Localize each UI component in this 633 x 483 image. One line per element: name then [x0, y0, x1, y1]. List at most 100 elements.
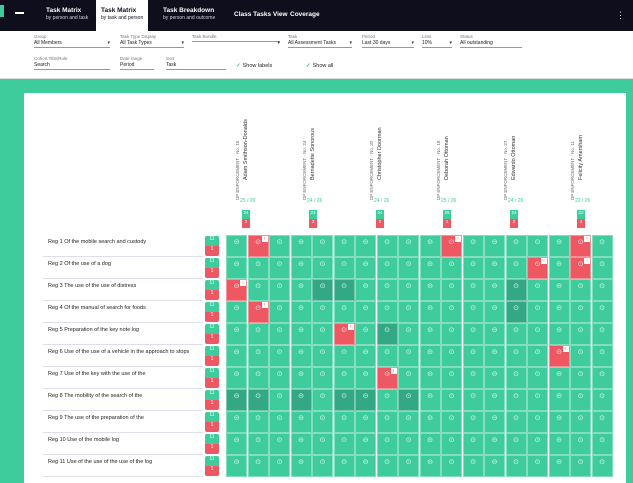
tab-class-tasks-view[interactable]: Class Tasks View	[234, 0, 288, 31]
matrix-cell[interactable]: ⊙	[398, 367, 419, 389]
matrix-cell[interactable]: ⊙	[269, 389, 290, 411]
matrix-cell[interactable]: ⊙	[505, 345, 527, 367]
matrix-cell[interactable]: ⊝	[355, 279, 376, 301]
matrix-cell[interactable]: ⊙	[312, 455, 333, 477]
menu-icon[interactable]	[15, 12, 24, 14]
row-label[interactable]: Reg 1 Of the mobile search and custody	[48, 239, 198, 246]
matrix-cell[interactable]: ⊙	[376, 345, 398, 367]
matrix-cell[interactable]: ⊙	[247, 433, 269, 455]
matrix-cell[interactable]: ⊙	[462, 367, 484, 389]
matrix-cell[interactable]: ⊙	[312, 301, 333, 323]
matrix-cell[interactable]: ⊙	[247, 345, 269, 367]
matrix-cell[interactable]: ⊙	[527, 367, 548, 389]
matrix-cell[interactable]: ⊝	[484, 301, 505, 323]
matrix-cell[interactable]: ⊙	[333, 389, 355, 411]
matrix-cell[interactable]: ⊙	[333, 235, 355, 257]
matrix-cell[interactable]: ⊝	[484, 411, 505, 433]
row-label[interactable]: Reg 10 Use of the mobile log	[48, 437, 198, 444]
matrix-cell[interactable]: ⊙	[376, 323, 398, 345]
matrix-cell[interactable]: ⊝	[484, 455, 505, 477]
matrix-cell[interactable]: ⊙	[312, 279, 333, 301]
matrix-cell[interactable]: ⊙	[269, 235, 290, 257]
matrix-cell[interactable]: ⊙	[570, 301, 591, 323]
matrix-cell[interactable]: ⊝	[226, 235, 247, 257]
matrix-cell[interactable]: ⊙	[570, 279, 591, 301]
matrix-cell[interactable]: ⊙	[333, 257, 355, 279]
matrix-cell[interactable]: ⊙!	[441, 235, 462, 257]
column-header-1[interactable]: Bernadette Sonorous DP ENFORCEMENT · No. …	[296, 100, 336, 230]
matrix-cell[interactable]: ⊙	[570, 411, 591, 433]
matrix-cell[interactable]: ⊝	[419, 235, 441, 257]
matrix-cell[interactable]: ⊙	[527, 345, 548, 367]
matrix-cell[interactable]: ⊙	[247, 367, 269, 389]
matrix-cell[interactable]: ⊙!	[376, 367, 398, 389]
row-label[interactable]: Reg 9 The use of the preparation of the	[48, 415, 198, 422]
matrix-cell[interactable]: ⊙	[591, 323, 613, 345]
row-label[interactable]: Reg 4 Of the manual of search for foods	[48, 305, 198, 312]
matrix-cell[interactable]: ⊝	[548, 257, 570, 279]
matrix-cell[interactable]: ⊝	[355, 455, 376, 477]
matrix-cell[interactable]: ⊙	[312, 345, 333, 367]
matrix-cell[interactable]: ⊙	[591, 433, 613, 455]
matrix-cell[interactable]: ⊙	[441, 323, 462, 345]
matrix-cell[interactable]: ⊙	[269, 345, 290, 367]
matrix-cell[interactable]: ⊙	[269, 433, 290, 455]
matrix-cell[interactable]: ⊙	[591, 257, 613, 279]
matrix-cell[interactable]: ⊙	[505, 455, 527, 477]
matrix-cell[interactable]: ⊝	[290, 433, 312, 455]
matrix-cell[interactable]: ⊝	[484, 323, 505, 345]
matrix-cell[interactable]: ⊙	[505, 323, 527, 345]
matrix-cell[interactable]: ⊝	[419, 455, 441, 477]
matrix-cell[interactable]: ⊙	[312, 411, 333, 433]
matrix-cell[interactable]: ⊙	[398, 301, 419, 323]
matrix-cell[interactable]: ⊝	[484, 389, 505, 411]
matrix-cell[interactable]: ⊙	[441, 279, 462, 301]
matrix-cell[interactable]: ⊙	[269, 455, 290, 477]
matrix-cell[interactable]: ⊝	[419, 411, 441, 433]
matrix-cell[interactable]: ⊙	[398, 411, 419, 433]
matrix-cell[interactable]: ⊙	[527, 433, 548, 455]
tab-task-matrix-task[interactable]: Task Matrix by task and person	[96, 0, 148, 31]
matrix-cell[interactable]: ⊙	[312, 389, 333, 411]
matrix-cell[interactable]: ⊙	[269, 279, 290, 301]
row-label[interactable]: Reg 11 Use of the use of the use of the …	[48, 459, 198, 466]
assessment-filter[interactable]: Task All Assessment Tasks ▾	[288, 34, 352, 48]
matrix-cell[interactable]: ⊙	[333, 279, 355, 301]
matrix-cell[interactable]: ⊙	[570, 433, 591, 455]
matrix-cell[interactable]: ⊝	[290, 279, 312, 301]
matrix-cell[interactable]: ⊝	[419, 345, 441, 367]
matrix-cell[interactable]: ⊙	[269, 411, 290, 433]
matrix-cell[interactable]: ⊙	[591, 345, 613, 367]
matrix-cell[interactable]: ⊝	[419, 301, 441, 323]
matrix-cell[interactable]: ⊙	[505, 433, 527, 455]
matrix-cell[interactable]: ⊙	[441, 433, 462, 455]
matrix-cell[interactable]: ⊙	[527, 323, 548, 345]
matrix-cell[interactable]: ⊝!	[548, 345, 570, 367]
matrix-cell[interactable]: ⊝	[419, 367, 441, 389]
matrix-cell[interactable]: ⊙	[591, 389, 613, 411]
tab-task-breakdown[interactable]: Task Breakdown by person and outcome	[158, 0, 220, 31]
matrix-cell[interactable]: ⊝	[419, 257, 441, 279]
matrix-cell[interactable]: ⊝	[355, 367, 376, 389]
matrix-cell[interactable]: ⊝	[355, 323, 376, 345]
matrix-cell[interactable]: ⊝	[548, 301, 570, 323]
matrix-cell[interactable]: ⊙	[505, 411, 527, 433]
matrix-cell[interactable]: ⊙	[527, 411, 548, 433]
matrix-cell[interactable]: ⊙	[591, 411, 613, 433]
matrix-cell[interactable]: ⊙	[570, 345, 591, 367]
matrix-cell[interactable]: ⊙	[441, 411, 462, 433]
matrix-cell[interactable]: ⊝	[290, 367, 312, 389]
matrix-cell[interactable]: ⊙	[312, 235, 333, 257]
matrix-cell[interactable]: ⊙	[505, 301, 527, 323]
matrix-cell[interactable]: ⊝	[290, 323, 312, 345]
limit-filter[interactable]: Limit 10% ▾	[422, 34, 452, 48]
matrix-cell[interactable]: ⊝	[355, 301, 376, 323]
matrix-cell[interactable]: ⊙	[441, 367, 462, 389]
matrix-cell[interactable]: ⊝	[226, 323, 247, 345]
matrix-cell[interactable]: ⊝	[355, 235, 376, 257]
show-labels-checkbox[interactable]: ✓ Show labels	[236, 63, 272, 69]
matrix-cell[interactable]: ⊝	[484, 367, 505, 389]
matrix-cell[interactable]: ⊙!	[247, 235, 269, 257]
matrix-cell[interactable]: ⊙	[376, 455, 398, 477]
matrix-cell[interactable]: ⊙	[398, 323, 419, 345]
